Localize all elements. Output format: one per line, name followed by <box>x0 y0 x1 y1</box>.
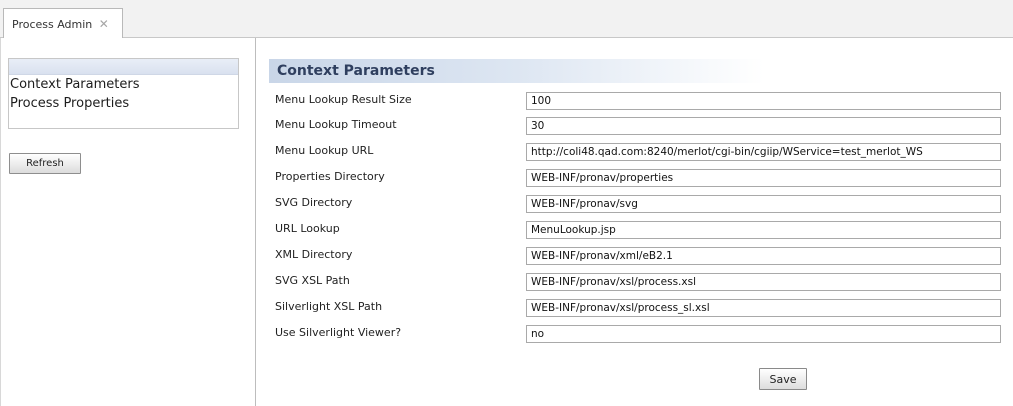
menu-lookup-timeout-input[interactable] <box>526 117 1001 135</box>
tab-label: Process Admin <box>12 18 93 31</box>
content-area: Context Parameters Process Properties Re… <box>0 38 1013 406</box>
param-row: XML Directory <box>275 245 1005 265</box>
nav-item-context-parameters[interactable]: Context Parameters <box>9 75 238 94</box>
param-row: Properties Directory <box>275 167 1005 187</box>
nav-list-header <box>9 59 238 75</box>
properties-directory-input[interactable] <box>526 169 1001 187</box>
tab-process-admin[interactable]: Process Admin ✕ <box>3 8 123 38</box>
param-label: Menu Lookup Result Size <box>275 93 412 106</box>
param-label: URL Lookup <box>275 222 340 235</box>
param-row: Silverlight XSL Path <box>275 297 1005 317</box>
param-row: Menu Lookup Result Size <box>275 90 1005 110</box>
svg-xsl-path-input[interactable] <box>526 273 1001 291</box>
param-label: SVG XSL Path <box>275 274 350 287</box>
tab-bar: Process Admin ✕ <box>0 0 1013 38</box>
param-label: Menu Lookup Timeout <box>275 118 397 131</box>
refresh-button[interactable]: Refresh <box>9 153 81 174</box>
param-label: XML Directory <box>275 248 353 261</box>
param-label: Menu Lookup URL <box>275 144 374 157</box>
param-row: Use Silverlight Viewer? <box>275 323 1005 343</box>
close-icon[interactable]: ✕ <box>99 17 109 31</box>
use-silverlight-viewer-input[interactable] <box>526 325 1001 343</box>
param-label: SVG Directory <box>275 196 353 209</box>
silverlight-xsl-path-input[interactable] <box>526 299 1001 317</box>
left-panel: Context Parameters Process Properties Re… <box>0 38 256 406</box>
param-label: Use Silverlight Viewer? <box>275 326 402 339</box>
param-row: URL Lookup <box>275 219 1005 239</box>
param-row: SVG XSL Path <box>275 271 1005 291</box>
url-lookup-input[interactable] <box>526 221 1001 239</box>
nav-item-process-properties[interactable]: Process Properties <box>9 94 238 113</box>
menu-lookup-url-input[interactable] <box>526 143 1001 161</box>
section-title: Context Parameters <box>269 59 764 83</box>
param-label: Properties Directory <box>275 170 385 183</box>
main-panel: Context Parameters Menu Lookup Result Si… <box>257 38 1013 406</box>
param-row: SVG Directory <box>275 193 1005 213</box>
param-row: Menu Lookup URL <box>275 141 1005 161</box>
nav-list: Context Parameters Process Properties <box>8 58 239 129</box>
param-label: Silverlight XSL Path <box>275 300 383 313</box>
param-row: Menu Lookup Timeout <box>275 115 1005 135</box>
menu-lookup-result-size-input[interactable] <box>526 92 1001 110</box>
xml-directory-input[interactable] <box>526 247 1001 265</box>
svg-directory-input[interactable] <box>526 195 1001 213</box>
save-button[interactable]: Save <box>759 368 807 390</box>
